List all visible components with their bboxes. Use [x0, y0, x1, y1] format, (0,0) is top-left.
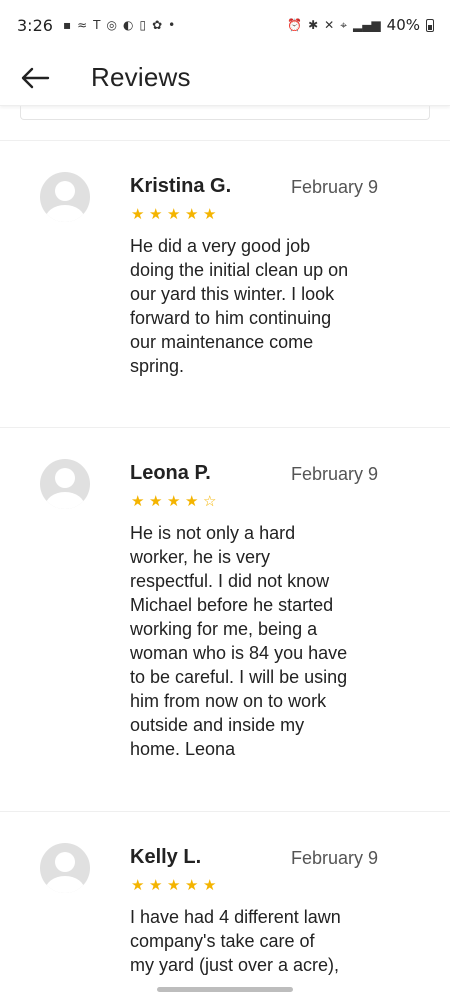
- app-bar: Reviews: [0, 50, 450, 106]
- review-date: February 9: [291, 848, 379, 868]
- star-icon: ★: [149, 492, 163, 510]
- message-icon: ▪: [62, 18, 72, 32]
- mute-icon: ✕: [324, 18, 335, 32]
- moon-icon: ◐: [122, 18, 134, 32]
- flower-icon: ✿: [152, 18, 163, 32]
- star-icon: ★: [203, 205, 217, 223]
- reviewer-name: Leona P.: [130, 462, 211, 484]
- star-icon: ★: [167, 492, 181, 510]
- signal-icon: ▂▄▆: [352, 18, 381, 32]
- reviewer-name: Kristina G.: [130, 175, 232, 197]
- review-text: He did a very good job doing the initial…: [130, 236, 349, 376]
- arrow-left-icon: [21, 67, 50, 88]
- review-item: Leona P. February 9 ★ ★ ★ ★ ☆ He is not …: [0, 428, 450, 811]
- star-icon: ★: [185, 876, 199, 894]
- star-rating: ★ ★ ★ ★ ☆: [131, 494, 218, 509]
- reviews-list[interactable]: Kristina G. February 9 ★ ★ ★ ★ ★ He did …: [0, 106, 450, 1000]
- review-text: I have had 4 different lawn company's ta…: [130, 907, 341, 975]
- star-icon: ★: [149, 876, 163, 894]
- star-icon: ★: [185, 492, 199, 510]
- t-icon: T: [93, 18, 101, 32]
- back-button[interactable]: [0, 50, 70, 106]
- star-icon: ★: [131, 876, 145, 894]
- gesture-nav-handle[interactable]: [157, 987, 293, 992]
- star-icon: ★: [149, 205, 163, 223]
- battery-percent: 40%: [386, 16, 420, 34]
- review-item: Kelly L. February 9 ★ ★ ★ ★ ★ I have had…: [0, 812, 450, 1000]
- star-icon: ★: [185, 205, 199, 223]
- avatar: [40, 459, 90, 509]
- page-title: Reviews: [91, 62, 191, 92]
- status-bar: 3:26 ▪ ≈ T ◎ ◐ ▯ ✿ • ⏰ ✱ ✕ ⌖ ▂▄▆ 40%: [0, 0, 450, 50]
- status-time: 3:26: [17, 15, 53, 35]
- alarm-icon: ⏰: [287, 18, 303, 32]
- review-date: February 9: [291, 464, 379, 484]
- phone-icon: ▯: [139, 18, 147, 32]
- battery-icon: [426, 18, 434, 32]
- bluetooth-icon: ✱: [308, 18, 319, 32]
- status-right: ⏰ ✱ ✕ ⌖ ▂▄▆ 40%: [287, 16, 434, 34]
- dot-icon: •: [168, 18, 176, 32]
- previous-card: [20, 106, 430, 120]
- reviewer-name: Kelly L.: [130, 846, 202, 868]
- star-rating: ★ ★ ★ ★ ★: [131, 207, 218, 222]
- review-date: February 9: [291, 177, 379, 197]
- star-icon: ★: [203, 876, 217, 894]
- avatar: [40, 843, 90, 893]
- star-icon: ★: [167, 876, 181, 894]
- star-icon: ★: [167, 205, 181, 223]
- status-left: 3:26 ▪ ≈ T ◎ ◐ ▯ ✿ •: [17, 16, 175, 35]
- review-item: Kristina G. February 9 ★ ★ ★ ★ ★ He did …: [0, 141, 450, 427]
- instagram-icon: ◎: [106, 18, 117, 32]
- star-outline-icon: ☆: [203, 492, 217, 510]
- app-icon: ≈: [77, 18, 88, 32]
- avatar: [40, 172, 90, 222]
- location-icon: ⌖: [340, 18, 347, 32]
- review-text: He is not only a hard worker, he is very…: [130, 523, 348, 759]
- star-rating: ★ ★ ★ ★ ★: [131, 878, 218, 893]
- star-icon: ★: [131, 492, 145, 510]
- star-icon: ★: [131, 205, 145, 223]
